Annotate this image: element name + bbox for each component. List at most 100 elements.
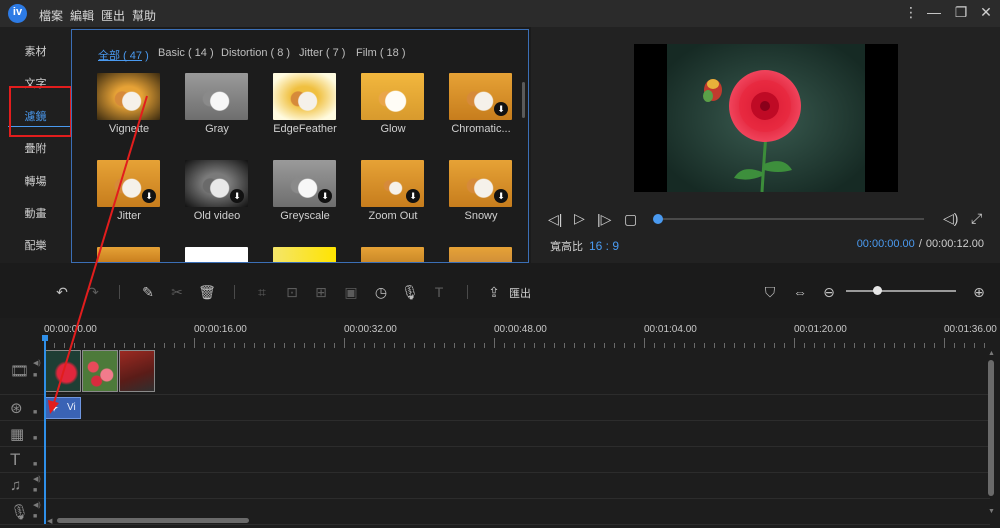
filter-thumbnail[interactable] (361, 247, 424, 262)
split-scissors-icon[interactable]: ✂ (167, 282, 187, 302)
filter-thumbnail[interactable]: ⬇ (449, 160, 512, 207)
video-clip[interactable] (119, 350, 155, 392)
filter-thumbnail[interactable]: ⬇ (361, 160, 424, 207)
filter-thumbnail[interactable] (273, 73, 336, 120)
download-icon[interactable]: ⬇ (494, 189, 508, 203)
prev-frame-icon[interactable]: ◁| (548, 211, 562, 228)
filter-thumbnail[interactable] (449, 247, 512, 262)
more-options-icon[interactable]: ⋮ (902, 4, 920, 22)
effect-clip[interactable]: ✦ Vi (45, 397, 81, 419)
mute-icon[interactable]: ◀) (33, 501, 41, 509)
timeline-horizontal-scrollbar[interactable] (57, 518, 249, 523)
download-icon[interactable]: ⬇ (494, 102, 508, 116)
marker-icon[interactable]: ⛉ (760, 282, 780, 302)
playhead[interactable] (44, 339, 46, 524)
zoom-crop-icon[interactable]: ⊡ (282, 282, 302, 302)
video-clip[interactable] (45, 350, 81, 392)
stop-icon[interactable]: ▢ (624, 211, 637, 228)
sidebar-item-animations[interactable]: 動畫 (0, 205, 71, 221)
filters-scrollbar[interactable] (522, 82, 525, 118)
video-clip[interactable] (82, 350, 118, 392)
lock-icon[interactable]: ■ (33, 435, 37, 442)
undo-icon[interactable]: ↶ (52, 282, 72, 302)
filter-thumbnail[interactable] (273, 247, 336, 262)
filter-thumbnail[interactable] (185, 247, 248, 262)
filter-thumbnail[interactable] (97, 247, 160, 262)
voiceover-mic-icon[interactable]: 🎙 (400, 282, 420, 302)
fit-timeline-icon[interactable]: ⇔ (790, 282, 810, 302)
lock-icon[interactable]: ■ (33, 409, 37, 416)
tab-film[interactable]: Film ( 18 ) (356, 47, 406, 59)
minimize-icon[interactable]: — (925, 4, 943, 22)
scroll-down-arrow-icon[interactable]: ▼ (988, 508, 995, 515)
tab-jitter[interactable]: Jitter ( 7 ) (299, 47, 345, 59)
sidebar-item-media[interactable]: 素材 (0, 43, 71, 59)
menu-edit[interactable]: 編輯 (70, 7, 94, 24)
filter-thumbnail[interactable] (361, 73, 424, 120)
filter-thumbnail[interactable]: ⬇ (273, 160, 336, 207)
fullscreen-icon[interactable]: ⤢ (971, 210, 982, 227)
zoom-in-icon[interactable]: ⊕ (969, 282, 989, 302)
mute-icon[interactable]: ◀) (33, 475, 41, 483)
timecode: 00:00:00.00/00:00:12.00 (857, 238, 984, 250)
volume-icon[interactable]: ◁) (943, 210, 958, 227)
category-sidebar: 素材 文字 濾鏡 疊附 轉場 動畫 配樂 (0, 27, 71, 263)
mute-icon[interactable]: ◀) (33, 359, 41, 367)
progress-knob[interactable] (653, 214, 663, 224)
track-header: T ■ (0, 447, 44, 472)
freeze-frame-icon[interactable]: ▣ (341, 282, 361, 302)
sidebar-item-transitions[interactable]: 轉場 (0, 173, 71, 189)
lock-icon[interactable]: ■ (33, 513, 37, 520)
aspect-ratio-value[interactable]: 16 : 9 (589, 239, 619, 253)
current-time: 00:00:00.00 (856, 238, 915, 250)
speed-clock-icon[interactable]: ◷ (371, 282, 391, 302)
next-frame-icon[interactable]: |▷ (597, 211, 611, 228)
restore-icon[interactable]: ❐ (952, 4, 970, 22)
timeline-vertical-scrollbar[interactable] (988, 360, 994, 496)
download-icon[interactable]: ⬇ (230, 189, 244, 203)
menu-file[interactable]: 檔案 (39, 7, 63, 24)
progress-track[interactable] (658, 218, 924, 220)
video-preview[interactable] (634, 44, 898, 192)
filter-name: Zoom Out (368, 210, 418, 222)
toolbar-divider (467, 285, 468, 299)
sidebar-item-overlays[interactable]: 疊附 (0, 140, 71, 156)
menu-help[interactable]: 幫助 (132, 7, 156, 24)
sidebar-item-music[interactable]: 配樂 (0, 237, 71, 253)
filter-thumbnail[interactable]: ⬇ (97, 160, 160, 207)
effects-track: ⊛ ■ (0, 395, 990, 421)
zoom-out-icon[interactable]: ⊖ (819, 282, 839, 302)
filter-thumbnail[interactable]: ⬇ (185, 160, 248, 207)
tab-distortion[interactable]: Distortion ( 8 ) (221, 47, 290, 59)
lock-icon[interactable]: ■ (33, 487, 37, 494)
crop-icon[interactable]: ⌗ (252, 282, 272, 302)
export-icon[interactable]: ⇪ (484, 282, 504, 302)
filter-thumbnail[interactable]: ⬇ (449, 73, 512, 120)
text-to-speech-icon[interactable]: T (429, 282, 449, 302)
lock-icon[interactable]: ■ (33, 461, 37, 468)
overlay-track: ▦ ■ (0, 421, 990, 447)
menu-export[interactable]: 匯出 (101, 7, 125, 24)
magic-wand-icon: ✦ (49, 401, 60, 415)
ruler-label: 00:01:36.00 (944, 324, 997, 335)
scroll-up-arrow-icon[interactable]: ▲ (988, 350, 995, 357)
play-icon[interactable]: ▷ (574, 210, 585, 227)
delete-trash-icon[interactable]: 🗑 (197, 282, 217, 302)
edit-pencil-icon[interactable]: ✎ (138, 282, 158, 302)
filter-thumbnail[interactable] (185, 73, 248, 120)
download-icon[interactable]: ⬇ (406, 189, 420, 203)
lock-icon[interactable]: ■ (33, 372, 37, 379)
filter-thumbnail[interactable] (97, 73, 160, 120)
download-icon[interactable]: ⬇ (142, 189, 156, 203)
close-icon[interactable]: ✕ (977, 4, 995, 22)
mosaic-icon[interactable]: ⊞ (311, 282, 331, 302)
tab-basic[interactable]: Basic ( 14 ) (158, 47, 214, 59)
redo-icon[interactable]: ↷ (83, 282, 103, 302)
export-button[interactable]: 匯出 (509, 285, 531, 301)
timeline-zoom-slider[interactable] (846, 290, 956, 292)
filter-name: Chromatic... (451, 123, 511, 135)
time-ruler[interactable] (44, 338, 994, 348)
download-icon[interactable]: ⬇ (318, 189, 332, 203)
timeline-zoom-knob[interactable] (872, 286, 882, 295)
scroll-left-arrow-icon[interactable]: ◀ (47, 517, 52, 525)
